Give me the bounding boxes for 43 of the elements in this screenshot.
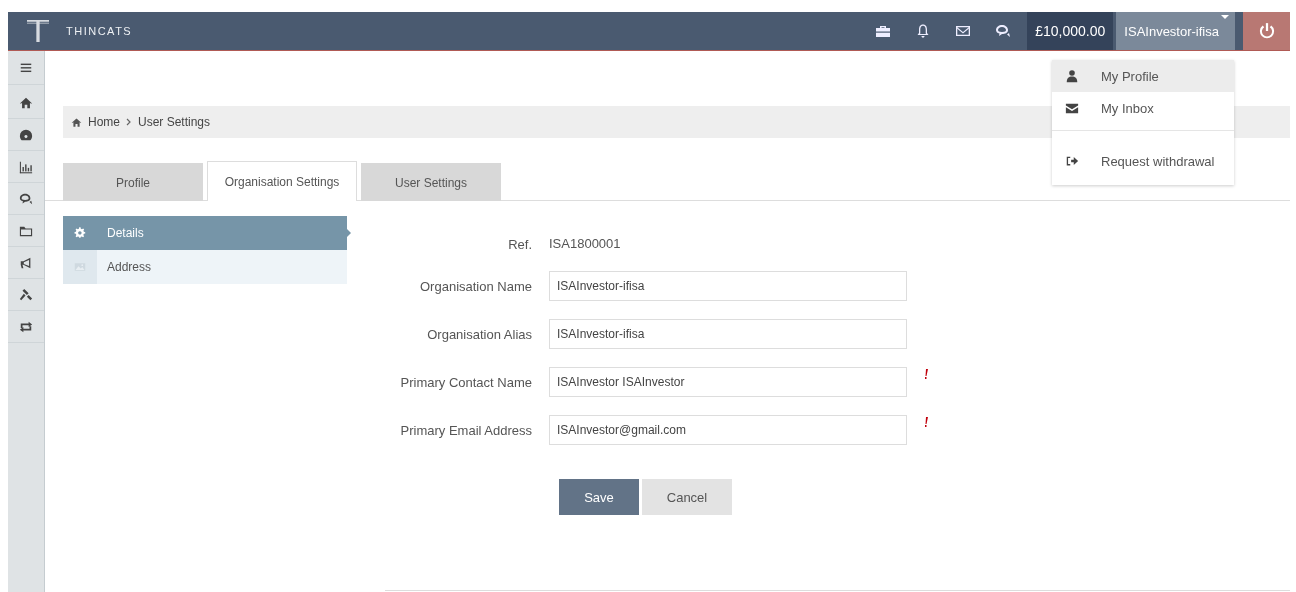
field-label: Primary Contact Name [399,374,532,392]
input-field[interactable]: ISAInvestor-ifisa [549,271,907,301]
brand-name: THINCATS [66,25,133,37]
gear-icon [74,227,86,239]
mail-icon [1065,101,1079,115]
caret-icon [1221,15,1229,19]
ref-value: ISA1800001 [549,236,622,253]
repeat-icon [19,319,33,334]
home-icon [19,95,33,110]
mail-icon [955,23,972,39]
user-menu-button[interactable]: ISAInvestor-ifisa [1116,12,1235,50]
tab[interactable]: Profile [63,163,203,201]
user-icon [1065,69,1079,83]
chevron-icon [126,118,132,126]
bar-chart-icon [19,159,33,174]
input-field[interactable]: ISAInvestor@gmail.com [549,415,907,445]
field-label: Ref. [507,236,532,253]
field-label: Organisation Alias [426,326,532,344]
chat-icon [19,191,33,206]
balance: £10,000.00 [1027,12,1114,50]
tab[interactable]: User Settings [361,163,501,201]
cancel-button[interactable]: Cancel [642,479,732,515]
gauge-icon [19,127,33,142]
power-button[interactable] [1243,12,1290,50]
chat-icon [995,23,1012,39]
briefcase-icon [875,23,892,39]
megaphone-icon [19,255,33,270]
field-label: Organisation Name [419,278,532,296]
input-field[interactable]: ISAInvestor ISAInvestor [549,367,907,397]
home-icon [71,116,82,128]
breadcrumb-link[interactable]: User Settings [138,115,211,129]
field-label: Primary Email Address [399,422,532,440]
breadcrumb-link[interactable]: Home [88,115,120,129]
power-icon [1257,22,1276,40]
image-icon [74,261,86,273]
tab[interactable]: Organisation Settings [207,161,357,201]
exit-icon [1065,154,1079,168]
section-nav-item[interactable]: Address [63,250,347,284]
input-field[interactable]: ISAInvestor-ifisa [549,319,907,349]
menu-item[interactable]: My Profile [1052,60,1234,92]
menu-item[interactable]: Request withdrawal [1052,130,1234,177]
menu-item[interactable]: My Inbox [1052,92,1234,124]
save-button[interactable]: Save [559,479,639,515]
